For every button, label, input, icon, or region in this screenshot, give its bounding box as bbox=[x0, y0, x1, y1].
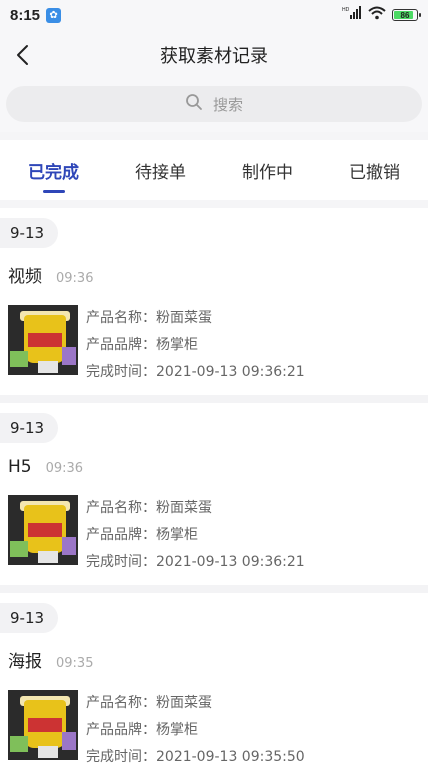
battery-level: 86 bbox=[400, 10, 410, 20]
signal-icon: HD bbox=[342, 6, 362, 24]
back-button[interactable] bbox=[12, 43, 36, 67]
product-brand: 产品品牌：杨掌柜 bbox=[86, 527, 198, 543]
search-icon bbox=[185, 93, 203, 115]
navigation-bar: 获取素材记录 bbox=[0, 30, 428, 80]
product-brand: 产品品牌：杨掌柜 bbox=[86, 337, 198, 353]
record-group: 9-13 H5 09:36 产品名称：粉面菜蛋 产品品牌：杨掌柜 完成时间：20… bbox=[0, 403, 428, 585]
record-time: 09:36 bbox=[56, 271, 94, 286]
material-type: 海报 bbox=[8, 652, 42, 672]
completion-time: 完成时间：2021-09-13 09:35:50 bbox=[86, 749, 305, 765]
product-name: 产品名称：粉面菜蛋 bbox=[86, 695, 212, 711]
record-list: 9-13 视频 09:36 产品名称：粉面菜蛋 产品品牌：杨掌柜 完成时间：20… bbox=[0, 208, 428, 780]
status-bar: 8:15 ✿ HD 86 bbox=[0, 0, 428, 30]
product-brand: 产品品牌：杨掌柜 bbox=[86, 722, 198, 738]
status-bar-right: HD 86 bbox=[342, 6, 421, 24]
date-chip: 9-13 bbox=[0, 413, 59, 443]
material-type: 视频 bbox=[8, 267, 42, 287]
completion-time: 完成时间：2021-09-13 09:36:21 bbox=[86, 364, 305, 380]
product-thumbnail bbox=[8, 305, 78, 375]
record-header: H5 09:36 bbox=[0, 443, 428, 487]
record-item[interactable]: 产品名称：粉面菜蛋 产品品牌：杨掌柜 完成时间：2021-09-13 09:36… bbox=[0, 487, 428, 571]
wifi-icon bbox=[368, 6, 386, 24]
record-header: 视频 09:36 bbox=[0, 248, 428, 297]
product-thumbnail bbox=[8, 690, 78, 760]
tab-completed[interactable]: 已完成 bbox=[24, 150, 83, 191]
page-title: 获取素材记录 bbox=[160, 46, 268, 67]
tab-cancelled[interactable]: 已撤销 bbox=[345, 150, 404, 191]
record-time: 09:35 bbox=[56, 656, 94, 671]
date-chip: 9-13 bbox=[0, 218, 59, 248]
record-group: 9-13 海报 09:35 产品名称：粉面菜蛋 产品品牌：杨掌柜 完成时间：20… bbox=[0, 593, 428, 780]
record-group: 9-13 视频 09:36 产品名称：粉面菜蛋 产品品牌：杨掌柜 完成时间：20… bbox=[0, 208, 428, 395]
battery-icon: 86 bbox=[392, 9, 421, 21]
record-info: 产品名称：粉面菜蛋 产品品牌：杨掌柜 完成时间：2021-09-13 09:35… bbox=[86, 690, 305, 766]
record-item[interactable]: 产品名称：粉面菜蛋 产品品牌：杨掌柜 完成时间：2021-09-13 09:35… bbox=[0, 682, 428, 766]
tab-pending-accept[interactable]: 待接单 bbox=[131, 150, 190, 191]
record-time: 09:36 bbox=[45, 461, 84, 476]
record-info: 产品名称：粉面菜蛋 产品品牌：杨掌柜 完成时间：2021-09-13 09:36… bbox=[86, 305, 305, 381]
product-name: 产品名称：粉面菜蛋 bbox=[86, 310, 212, 326]
search-input[interactable]: 搜索 bbox=[6, 86, 422, 122]
app-notification-icon: ✿ bbox=[46, 7, 62, 23]
product-name: 产品名称：粉面菜蛋 bbox=[86, 500, 212, 516]
network-label: HD bbox=[342, 7, 350, 13]
chevron-left-icon bbox=[17, 45, 28, 65]
search-container: 搜索 bbox=[0, 80, 428, 132]
search-placeholder: 搜索 bbox=[212, 95, 243, 114]
status-bar-left: 8:15 ✿ bbox=[10, 6, 62, 24]
date-chip: 9-13 bbox=[0, 603, 59, 633]
status-tabs: 已完成 待接单 制作中 已撤销 bbox=[0, 140, 428, 200]
material-type: H5 bbox=[8, 457, 32, 477]
record-header: 海报 09:35 bbox=[0, 633, 428, 682]
status-time: 8:15 bbox=[10, 6, 41, 24]
record-info: 产品名称：粉面菜蛋 产品品牌：杨掌柜 完成时间：2021-09-13 09:36… bbox=[86, 495, 305, 571]
record-item[interactable]: 产品名称：粉面菜蛋 产品品牌：杨掌柜 完成时间：2021-09-13 09:36… bbox=[0, 297, 428, 381]
tab-in-production[interactable]: 制作中 bbox=[238, 150, 297, 191]
completion-time: 完成时间：2021-09-13 09:36:21 bbox=[86, 554, 305, 570]
product-thumbnail bbox=[8, 495, 78, 565]
